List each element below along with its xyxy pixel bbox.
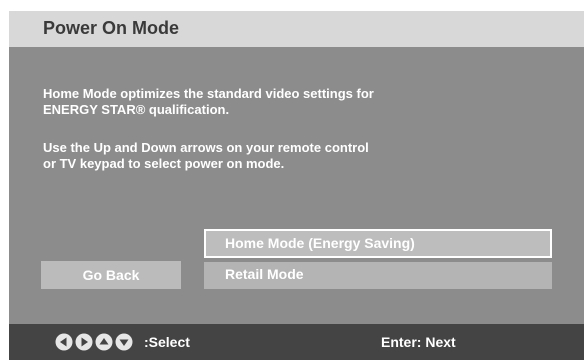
select-hint: :Select	[144, 334, 190, 350]
tv-menu-screen: Power On Mode Home Mode optimizes the st…	[9, 11, 584, 360]
description-line: Use the Up and Down arrows on your remot…	[43, 140, 369, 155]
description-line: or TV keypad to select power on mode.	[43, 156, 285, 171]
arrow-left-icon	[55, 333, 73, 351]
enter-next-hint: Enter: Next	[381, 334, 456, 350]
title-bar: Power On Mode	[9, 11, 584, 47]
arrow-right-icon	[75, 333, 93, 351]
go-back-button[interactable]: Go Back	[41, 261, 181, 289]
description-paragraph-2: Use the Up and Down arrows on your remot…	[43, 140, 369, 172]
description-paragraph-1: Home Mode optimizes the standard video s…	[43, 86, 374, 118]
page-title: Power On Mode	[43, 18, 180, 38]
description-line: ENERGY STAR® qualification.	[43, 102, 230, 117]
description-line: Home Mode optimizes the standard video s…	[43, 86, 374, 101]
footer-bar: :Select Enter: Next	[9, 324, 584, 360]
option-home-mode[interactable]: Home Mode (Energy Saving)	[204, 229, 552, 258]
option-retail-mode[interactable]: Retail Mode	[204, 262, 552, 289]
arrow-down-icon	[115, 333, 133, 351]
arrow-up-icon	[95, 333, 113, 351]
